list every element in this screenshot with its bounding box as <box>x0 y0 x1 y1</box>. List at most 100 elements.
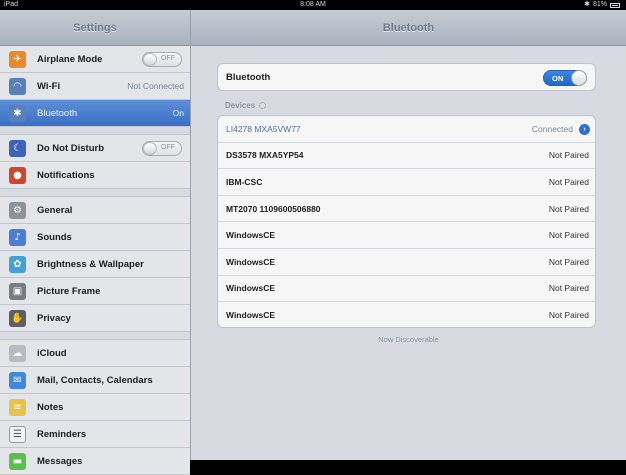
scanning-spinner-icon <box>259 102 267 109</box>
sidebar-item-label: Privacy <box>37 312 71 324</box>
sidebar-item-privacy[interactable]: ✋ Privacy <box>0 305 190 332</box>
speaker-icon: ♪ <box>9 229 26 246</box>
device-name: WindowsCE <box>226 230 276 241</box>
sidebar-item-label: Sounds <box>37 231 72 243</box>
toggle-knob <box>143 142 157 155</box>
sidebar-item-label: Wi-Fi <box>37 80 61 92</box>
device-status: Not Paired <box>548 230 589 241</box>
device-status: Not Paired <box>548 203 589 214</box>
device-status: Not Paired <box>548 150 589 161</box>
sidebar-item-label: Messages <box>37 455 83 467</box>
airplane-mode-toggle[interactable]: OFF <box>142 52 182 67</box>
sidebar-item-brightness-wallpaper[interactable]: ✿ Brightness & Wallpaper <box>0 251 190 278</box>
airplane-icon: ✈ <box>9 51 26 68</box>
gear-icon: ⚙ <box>9 202 26 219</box>
sidebar-item-airplane-mode[interactable]: ✈ Airplane Mode OFF <box>0 46 190 73</box>
sidebar-item-label: Picture Frame <box>37 285 101 297</box>
sidebar-item-bluetooth[interactable]: ✱ Bluetooth On <box>0 100 190 127</box>
bluetooth-panel: Bluetooth Bluetooth ON Devices LI4278 MX… <box>191 10 626 460</box>
device-row[interactable]: IBM-CSC Not Paired <box>218 169 595 196</box>
sidebar-item-reminders[interactable]: ☰ Reminders <box>0 421 190 448</box>
sidebar-item-general[interactable]: ⚙ General <box>0 197 190 224</box>
info-icon[interactable]: › <box>579 124 590 135</box>
page-title: Bluetooth <box>191 10 626 46</box>
notifications-icon: ● <box>9 167 26 184</box>
mail-icon: ✉ <box>9 372 26 389</box>
devices-section-label: Devices <box>225 101 267 110</box>
battery-icon <box>610 2 620 8</box>
status-right: ✱ 81% <box>584 0 620 10</box>
sidebar-title: Settings <box>0 10 190 46</box>
status-time: 8:08 AM <box>300 1 326 8</box>
device-status: Not Paired <box>548 310 589 321</box>
device-name: DS3578 MXA5YP54 <box>226 150 304 161</box>
sidebar-item-label: Airplane Mode <box>37 53 103 65</box>
device-row[interactable]: WindowsCE Not Paired <box>218 302 595 329</box>
status-bar: iPad 8:08 AM ✱ 81% <box>0 0 626 10</box>
device-status: Not Paired <box>548 283 589 294</box>
toggle-label: OFF <box>161 144 175 151</box>
do-not-disturb-toggle[interactable]: OFF <box>142 141 182 156</box>
device-row[interactable]: MT2070 1109600506880 Not Paired <box>218 196 595 223</box>
sidebar-item-mail-contacts-calendars[interactable]: ✉ Mail, Contacts, Calendars <box>0 367 190 394</box>
device-name: LI4278 MXA5VW77 <box>226 123 301 134</box>
toggle-knob <box>143 53 157 66</box>
reminders-icon: ☰ <box>9 426 26 443</box>
sidebar-item-label: General <box>37 204 73 216</box>
sidebar-divider <box>0 189 190 197</box>
device-row[interactable]: WindowsCE Not Paired <box>218 222 595 249</box>
sidebar-item-label: Mail, Contacts, Calendars <box>37 374 153 386</box>
sidebar-item-label: Reminders <box>37 428 87 440</box>
bluetooth-status: On <box>172 108 184 118</box>
sidebar-divider <box>0 127 190 135</box>
device-status: Not Paired <box>548 176 589 187</box>
sidebar-list: ✈ Airplane Mode OFF ◠ Wi-Fi Not Connecte… <box>0 46 190 475</box>
device-name: WindowsCE <box>226 310 276 321</box>
bluetooth-status-icon: ✱ <box>584 1 590 8</box>
devices-list: LI4278 MXA5VW77 Connected › DS3578 MXA5Y… <box>217 115 596 328</box>
device-row[interactable]: WindowsCE Not Paired <box>218 276 595 303</box>
device-row[interactable]: LI4278 MXA5VW77 Connected › <box>218 116 595 143</box>
wifi-status: Not Connected <box>127 81 184 91</box>
device-row[interactable]: DS3578 MXA5YP54 Not Paired <box>218 143 595 170</box>
sidebar-item-do-not-disturb[interactable]: ☾ Do Not Disturb OFF <box>0 135 190 162</box>
settings-sidebar: Settings ✈ Airplane Mode OFF ◠ Wi-Fi Not… <box>0 10 191 475</box>
device-name: WindowsCE <box>226 256 276 267</box>
bluetooth-label: Bluetooth <box>226 72 271 83</box>
toggle-label: OFF <box>161 55 175 62</box>
moon-icon: ☾ <box>9 140 26 157</box>
bluetooth-icon: ✱ <box>9 105 26 122</box>
messages-icon: ▬ <box>9 453 26 470</box>
devices-label: Devices <box>225 101 256 110</box>
discoverable-note: Now Discoverable <box>378 335 439 344</box>
hand-icon: ✋ <box>9 310 26 327</box>
sidebar-item-label: Notes <box>37 401 64 413</box>
flower-icon: ✿ <box>9 256 26 273</box>
toggle-label: ON <box>552 74 564 83</box>
sidebar-item-label: Notifications <box>37 169 95 181</box>
sidebar-item-wifi[interactable]: ◠ Wi-Fi Not Connected <box>0 73 190 100</box>
battery-percent: 81% <box>592 1 607 8</box>
sidebar-item-messages[interactable]: ▬ Messages <box>0 448 190 475</box>
device-status: Connected <box>531 123 573 134</box>
notes-icon: ≡ <box>9 399 26 416</box>
sidebar-item-label: Do Not Disturb <box>37 142 105 154</box>
sidebar-divider <box>0 332 190 340</box>
sidebar-item-sounds[interactable]: ♪ Sounds <box>0 224 190 251</box>
device-name: WindowsCE <box>226 283 276 294</box>
sidebar-item-notifications[interactable]: ● Notifications <box>0 162 190 189</box>
bluetooth-toggle[interactable]: ON <box>543 70 587 86</box>
device-name: IBM-CSC <box>226 176 263 187</box>
sidebar-item-notes[interactable]: ≡ Notes <box>0 394 190 421</box>
cloud-icon: ☁ <box>9 345 26 362</box>
sidebar-item-label: Brightness & Wallpaper <box>37 258 144 270</box>
toggle-knob <box>571 70 587 86</box>
bluetooth-toggle-group: Bluetooth ON <box>217 63 596 91</box>
sidebar-item-label: iCloud <box>37 347 67 359</box>
sidebar-item-picture-frame[interactable]: ▣ Picture Frame <box>0 278 190 305</box>
device-row[interactable]: WindowsCE Not Paired <box>218 249 595 276</box>
device-name: MT2070 1109600506880 <box>226 203 321 214</box>
sidebar-item-icloud[interactable]: ☁ iCloud <box>0 340 190 367</box>
wifi-icon: ◠ <box>9 78 26 95</box>
sidebar-item-label: Bluetooth <box>37 107 78 119</box>
